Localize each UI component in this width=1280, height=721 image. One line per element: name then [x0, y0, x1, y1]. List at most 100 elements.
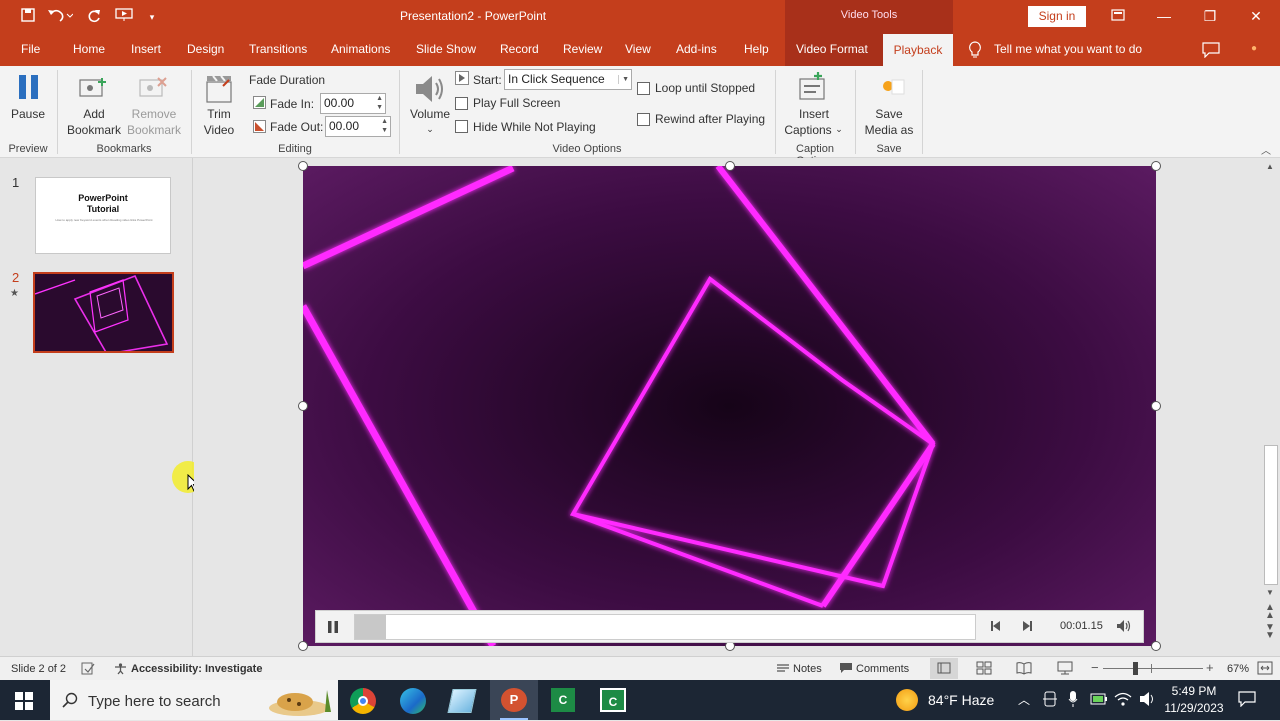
tab-video-format[interactable]: Video Format [796, 42, 868, 56]
fade-in-input[interactable]: 00.00 ▲ ▼ [320, 93, 386, 114]
resize-handle[interactable] [298, 401, 308, 411]
tab-help[interactable]: Help [744, 42, 769, 56]
chevron-down-icon[interactable]: ▼ [618, 75, 629, 84]
trim-video-line1[interactable]: Trim [196, 106, 242, 122]
rewind-after-playing-label[interactable]: Rewind after Playing [655, 112, 765, 126]
save-media-line2[interactable]: Media as [858, 122, 920, 138]
volume-icon[interactable] [414, 74, 446, 107]
pause-icon[interactable] [326, 620, 340, 637]
volume-dropdown-icon[interactable]: ⌄ [405, 121, 455, 137]
ribbon-display-options-icon[interactable] [1106, 6, 1130, 26]
battery-icon[interactable] [1090, 693, 1108, 708]
play-full-screen-checkbox[interactable] [455, 97, 468, 110]
save-icon[interactable] [18, 8, 38, 26]
next-frame-icon[interactable] [1021, 620, 1033, 635]
vertical-scrollbar[interactable]: ▲ ▼ ▲ ▲ ▼ ▼ [1262, 158, 1280, 656]
zoom-level[interactable]: 67% [1227, 663, 1249, 675]
insert-captions-icon[interactable] [798, 71, 828, 104]
loop-until-stopped-label[interactable]: Loop until Stopped [655, 81, 755, 95]
wifi-icon[interactable] [1114, 691, 1132, 710]
start-dropdown[interactable]: In Click Sequence ▼ [504, 69, 632, 90]
clock-date[interactable]: 11/29/2023 [1160, 701, 1228, 715]
add-bookmark-line2[interactable]: Bookmark [62, 122, 126, 138]
tab-view[interactable]: View [625, 42, 651, 56]
camtasia-recorder-icon[interactable]: C [600, 688, 626, 712]
remove-bookmark-line2[interactable]: Bookmark [122, 122, 186, 138]
play-full-screen-label[interactable]: Play Full Screen [473, 96, 560, 110]
scroll-thumb[interactable] [1264, 445, 1278, 585]
share-icon[interactable]: ● [1251, 43, 1257, 54]
insert-captions-line2[interactable]: Captions [778, 122, 838, 138]
redo-icon[interactable] [84, 8, 104, 26]
speaker-icon[interactable] [1139, 691, 1157, 710]
slideshow-view-icon[interactable] [1057, 661, 1073, 678]
scroll-down-icon[interactable]: ▼ [1266, 588, 1274, 597]
pause-button[interactable]: Pause [6, 106, 50, 122]
weather-sun-icon[interactable] [896, 689, 918, 711]
tab-animations[interactable]: Animations [331, 42, 390, 56]
volume-icon[interactable] [1116, 619, 1132, 636]
edge-icon[interactable] [400, 688, 426, 714]
progress-track[interactable] [354, 614, 976, 640]
spinner-arrows-icon[interactable]: ▲ ▼ [376, 94, 383, 112]
slide-thumbnail-2[interactable] [33, 272, 174, 353]
rewind-after-playing-checkbox[interactable] [637, 113, 650, 126]
chevron-down-icon[interactable]: ⌄ [834, 121, 844, 137]
save-media-icon[interactable] [878, 78, 908, 103]
collapse-ribbon-icon[interactable]: ︿ [1261, 142, 1271, 157]
camtasia-icon[interactable]: C [551, 688, 575, 712]
minimize-button[interactable]: — [1152, 6, 1176, 26]
clock-time[interactable]: 5:49 PM [1168, 684, 1220, 698]
resize-handle[interactable] [1151, 641, 1161, 651]
taskbar-search-box[interactable]: Type here to search [50, 680, 338, 720]
present-from-start-icon[interactable] [113, 8, 135, 26]
restore-button[interactable]: ❐ [1198, 6, 1222, 26]
save-media-line1[interactable]: Save [858, 106, 920, 122]
tab-transitions[interactable]: Transitions [249, 42, 307, 56]
resize-handle[interactable] [298, 641, 308, 651]
undo-icon[interactable] [45, 8, 75, 26]
tab-add-ins[interactable]: Add-ins [676, 42, 717, 56]
normal-view-button[interactable] [930, 658, 958, 679]
microphone-icon[interactable] [1068, 690, 1078, 711]
sign-in-button[interactable]: Sign in [1028, 6, 1086, 27]
trim-video-line2[interactable]: Video [196, 122, 242, 138]
trim-video-icon[interactable] [203, 72, 235, 107]
previous-slide-icon[interactable]: ▲ ▲ [1265, 603, 1275, 621]
windows-start-icon[interactable] [15, 692, 33, 713]
spinner-arrows-icon[interactable]: ▲ ▼ [381, 117, 388, 135]
fade-out-input[interactable]: 00.00 ▲ ▼ [325, 116, 391, 137]
volume-button[interactable]: Volume [405, 106, 455, 122]
next-slide-icon[interactable]: ▼ ▼ [1265, 623, 1275, 641]
tab-review[interactable]: Review [563, 42, 602, 56]
meet-now-icon[interactable] [1043, 691, 1057, 710]
remove-bookmark-line1[interactable]: Remove [122, 106, 186, 122]
video-frame[interactable] [303, 166, 1156, 646]
zoom-slider-thumb[interactable] [1133, 662, 1138, 675]
zoom-out-button[interactable]: − [1091, 660, 1099, 675]
reading-view-icon[interactable] [1016, 661, 1032, 678]
spelling-check-icon[interactable] [81, 662, 95, 678]
resize-handle[interactable] [1151, 401, 1161, 411]
powerpoint-taskbar-button[interactable]: P [490, 680, 538, 720]
tab-file[interactable]: File [21, 42, 40, 56]
resize-handle[interactable] [725, 161, 735, 171]
slide-sorter-icon[interactable] [976, 661, 992, 678]
close-button[interactable]: ✕ [1244, 6, 1268, 26]
tab-design[interactable]: Design [187, 42, 224, 56]
weather-readout[interactable]: 84°F Haze [928, 692, 994, 708]
accessibility-icon[interactable] [114, 662, 127, 678]
customize-quick-access-icon[interactable]: ▾ [146, 8, 158, 26]
tab-home[interactable]: Home [73, 42, 105, 56]
fit-slide-icon[interactable] [1257, 661, 1273, 678]
comments-icon[interactable] [1202, 42, 1220, 61]
pause-icon[interactable] [18, 74, 40, 103]
hide-while-not-playing-label[interactable]: Hide While Not Playing [473, 120, 596, 134]
accessibility-status[interactable]: Accessibility: Investigate [131, 663, 262, 675]
slide-thumbnail-1[interactable]: PowerPoint Tutorial How to apply new Key… [35, 177, 171, 254]
resize-handle[interactable] [298, 161, 308, 171]
add-bookmark-line1[interactable]: Add [62, 106, 126, 122]
tab-playback[interactable]: Playback [883, 34, 953, 66]
previous-frame-icon[interactable] [990, 620, 1002, 635]
chrome-icon[interactable] [350, 688, 376, 714]
